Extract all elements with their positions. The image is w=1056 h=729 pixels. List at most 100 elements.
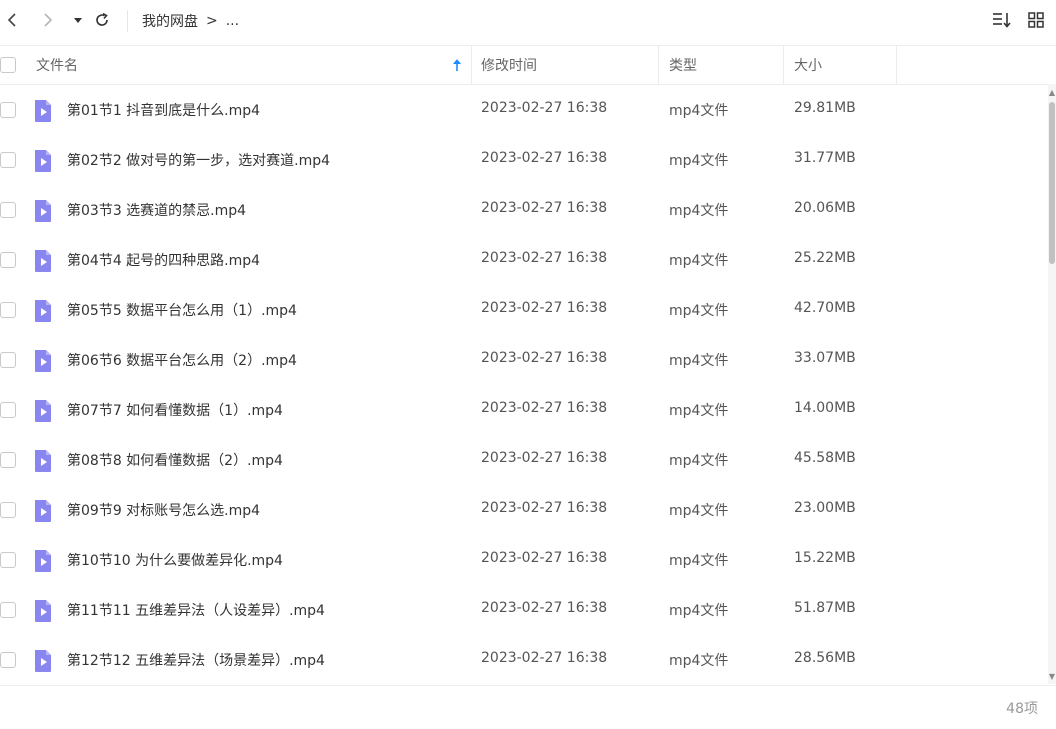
- row-checkbox[interactable]: [0, 302, 16, 318]
- file-row[interactable]: 第08节8 如何看懂数据（2）.mp4 2023-02-27 16:38 mp4…: [0, 434, 1048, 484]
- file-name[interactable]: 第10节10 为什么要做差异化.mp4: [67, 550, 283, 570]
- file-size: 28.56MB: [794, 650, 856, 666]
- file-size: 23.00MB: [794, 500, 856, 516]
- item-count: 48项: [1006, 701, 1038, 717]
- breadcrumb-ellipsis[interactable]: ...: [226, 13, 239, 29]
- column-divider[interactable]: [658, 46, 659, 84]
- column-divider[interactable]: [783, 46, 784, 84]
- row-checkbox[interactable]: [0, 402, 16, 418]
- video-file-icon: [35, 550, 51, 572]
- file-row[interactable]: 第11节11 五维差异法（人设差异）.mp4 2023-02-27 16:38 …: [0, 584, 1048, 634]
- video-file-icon: [35, 450, 51, 472]
- column-size-label: 大小: [794, 58, 822, 74]
- column-type[interactable]: 类型: [669, 46, 697, 84]
- file-row[interactable]: 第05节5 数据平台怎么用（1）.mp4 2023-02-27 16:38 mp…: [0, 284, 1048, 334]
- file-name[interactable]: 第08节8 如何看懂数据（2）.mp4: [67, 450, 283, 470]
- video-file-icon: [35, 600, 51, 622]
- file-name[interactable]: 第09节9 对标账号怎么选.mp4: [67, 500, 260, 520]
- file-type: mp4文件: [669, 203, 729, 219]
- file-size: 51.87MB: [794, 600, 856, 616]
- vertical-scrollbar[interactable]: ▲ ▼: [1048, 84, 1056, 684]
- file-modified-time: 2023-02-27 16:38: [481, 200, 608, 216]
- file-type: mp4文件: [669, 303, 729, 319]
- grid-view-icon: [1028, 12, 1044, 28]
- file-type: mp4文件: [669, 453, 729, 469]
- video-file-icon: [35, 100, 51, 122]
- row-checkbox[interactable]: [0, 252, 16, 268]
- file-list: 第01节1 抖音到底是什么.mp4 2023-02-27 16:38 mp4文件…: [0, 84, 1048, 684]
- column-divider[interactable]: [471, 46, 472, 84]
- breadcrumb-separator: >: [206, 13, 218, 29]
- file-name[interactable]: 第03节3 选赛道的禁忌.mp4: [67, 200, 246, 220]
- file-row[interactable]: 第02节2 做对号的第一步，选对赛道.mp4 2023-02-27 16:38 …: [0, 134, 1048, 184]
- row-checkbox[interactable]: [0, 102, 16, 118]
- refresh-button[interactable]: [90, 8, 114, 32]
- caret-down-icon: [74, 18, 82, 23]
- sort-button[interactable]: [990, 8, 1014, 32]
- checkbox[interactable]: [0, 57, 16, 73]
- history-dropdown-button[interactable]: [66, 8, 90, 32]
- select-all-checkbox[interactable]: [0, 46, 16, 84]
- file-name[interactable]: 第04节4 起号的四种思路.mp4: [67, 250, 260, 270]
- row-checkbox[interactable]: [0, 202, 16, 218]
- view-tools: [990, 8, 1048, 32]
- video-file-icon: [35, 200, 51, 222]
- column-name[interactable]: 文件名: [36, 46, 78, 84]
- file-size: 33.07MB: [794, 350, 856, 366]
- row-checkbox[interactable]: [0, 352, 16, 368]
- file-name[interactable]: 第11节11 五维差异法（人设差异）.mp4: [67, 600, 325, 620]
- file-row[interactable]: 第06节6 数据平台怎么用（2）.mp4 2023-02-27 16:38 mp…: [0, 334, 1048, 384]
- file-size: 25.22MB: [794, 250, 856, 266]
- file-name[interactable]: 第05节5 数据平台怎么用（1）.mp4: [67, 300, 297, 320]
- column-size[interactable]: 大小: [794, 46, 822, 84]
- scroll-up-arrow-icon[interactable]: ▲: [1048, 88, 1056, 97]
- file-name[interactable]: 第02节2 做对号的第一步，选对赛道.mp4: [67, 150, 330, 170]
- breadcrumb-root[interactable]: 我的网盘: [142, 11, 198, 31]
- back-button[interactable]: [0, 8, 24, 32]
- toolbar: 我的网盘 > ...: [0, 0, 1056, 42]
- file-type: mp4文件: [669, 653, 729, 669]
- file-row[interactable]: 第09节9 对标账号怎么选.mp4 2023-02-27 16:38 mp4文件…: [0, 484, 1048, 534]
- file-row[interactable]: 第04节4 起号的四种思路.mp4 2023-02-27 16:38 mp4文件…: [0, 234, 1048, 284]
- chevron-right-icon: [44, 13, 53, 27]
- row-checkbox[interactable]: [0, 502, 16, 518]
- file-modified-time: 2023-02-27 16:38: [481, 350, 608, 366]
- forward-button[interactable]: [36, 8, 60, 32]
- grid-view-button[interactable]: [1024, 8, 1048, 32]
- file-row[interactable]: 第01节1 抖音到底是什么.mp4 2023-02-27 16:38 mp4文件…: [0, 84, 1048, 134]
- file-modified-time: 2023-02-27 16:38: [481, 550, 608, 566]
- column-time[interactable]: 修改时间: [481, 46, 537, 84]
- sort-ascending-indicator[interactable]: [452, 46, 462, 84]
- file-size: 45.58MB: [794, 450, 856, 466]
- file-modified-time: 2023-02-27 16:38: [481, 300, 608, 316]
- row-checkbox[interactable]: [0, 602, 16, 618]
- file-row[interactable]: 第07节7 如何看懂数据（1）.mp4 2023-02-27 16:38 mp4…: [0, 384, 1048, 434]
- file-row[interactable]: 第10节10 为什么要做差异化.mp4 2023-02-27 16:38 mp4…: [0, 534, 1048, 584]
- row-checkbox[interactable]: [0, 652, 16, 668]
- file-type: mp4文件: [669, 353, 729, 369]
- file-modified-time: 2023-02-27 16:38: [481, 650, 608, 666]
- status-bar: 48项: [0, 685, 1056, 729]
- scrollbar-thumb[interactable]: [1049, 102, 1055, 264]
- file-row[interactable]: 第03节3 选赛道的禁忌.mp4 2023-02-27 16:38 mp4文件 …: [0, 184, 1048, 234]
- video-file-icon: [35, 500, 51, 522]
- file-name[interactable]: 第12节12 五维差异法（场景差异）.mp4: [67, 650, 325, 670]
- row-checkbox[interactable]: [0, 552, 16, 568]
- file-name[interactable]: 第06节6 数据平台怎么用（2）.mp4: [67, 350, 297, 370]
- row-checkbox[interactable]: [0, 152, 16, 168]
- scroll-down-arrow-icon[interactable]: ▼: [1048, 672, 1056, 681]
- file-name[interactable]: 第07节7 如何看懂数据（1）.mp4: [67, 400, 283, 420]
- file-row[interactable]: 第12节12 五维差异法（场景差异）.mp4 2023-02-27 16:38 …: [0, 634, 1048, 684]
- file-name[interactable]: 第01节1 抖音到底是什么.mp4: [67, 100, 260, 120]
- row-checkbox[interactable]: [0, 452, 16, 468]
- column-header: 文件名 修改时间 类型 大小: [0, 45, 1056, 85]
- video-file-icon: [35, 250, 51, 272]
- file-size: 20.06MB: [794, 200, 856, 216]
- file-type: mp4文件: [669, 103, 729, 119]
- file-type: mp4文件: [669, 253, 729, 269]
- column-divider[interactable]: [896, 46, 897, 84]
- video-file-icon: [35, 400, 51, 422]
- file-type: mp4文件: [669, 153, 729, 169]
- breadcrumb: 我的网盘 > ...: [142, 11, 239, 31]
- file-browser: 我的网盘 > ... 文件名 修改时间 类型 大小 第01节1 抖音到底是什么.…: [0, 0, 1056, 729]
